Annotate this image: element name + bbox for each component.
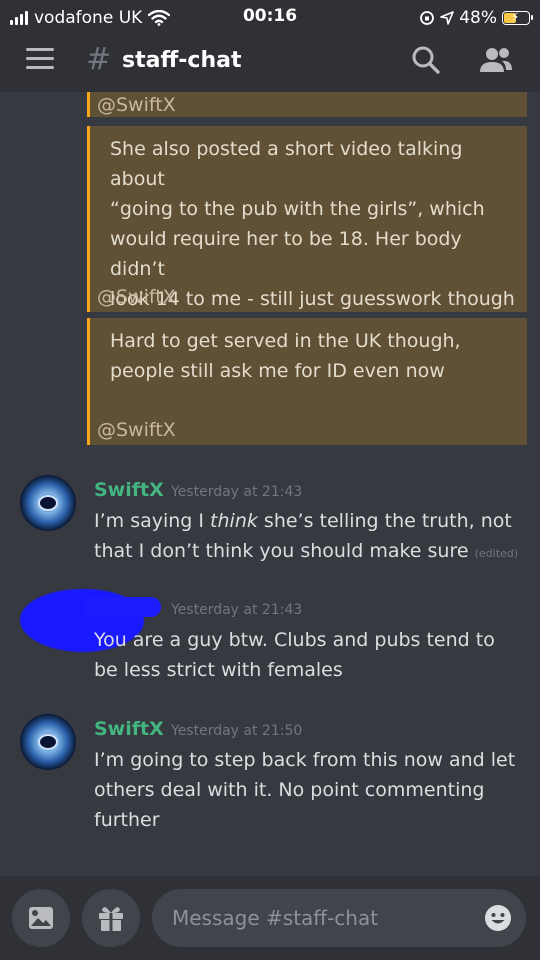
message-field[interactable] bbox=[152, 889, 526, 947]
redacted-author[interactable] bbox=[83, 597, 161, 617]
quote-line: “going to the pub with the girls”, which bbox=[110, 198, 485, 220]
gift-icon bbox=[99, 907, 123, 931]
avatar[interactable] bbox=[20, 714, 76, 770]
discord-app: vodafone UK 00:16 48% ⚡ # staff-chat @Sw… bbox=[0, 0, 540, 960]
quote-line: Hard to get served in the UK though, bbox=[110, 330, 461, 352]
quote-line: people still ask me for ID even now bbox=[110, 360, 445, 382]
edited-marker: (edited) bbox=[474, 547, 519, 560]
quote-text: Hard to get served in the UK though, peo… bbox=[110, 326, 519, 386]
rotation-lock-icon bbox=[420, 11, 435, 25]
gift-button[interactable] bbox=[82, 889, 140, 947]
message-line: that I don’t think you should make sure … bbox=[94, 540, 519, 562]
message-input[interactable] bbox=[172, 889, 472, 947]
mention-link[interactable]: @SwiftX bbox=[97, 285, 176, 309]
message-body: You are a guy btw. Clubs and pubs tend t… bbox=[94, 625, 524, 685]
location-icon bbox=[440, 11, 455, 25]
avatar-image bbox=[20, 714, 76, 770]
top-bar: vodafone UK 00:16 48% ⚡ # staff-chat bbox=[0, 0, 540, 92]
message-line: You are a guy btw. Clubs and pubs tend t… bbox=[94, 629, 495, 651]
message-timestamp: Yesterday at 21:43 bbox=[171, 602, 303, 618]
message-line: I’m saying I think she’s telling the tru… bbox=[94, 510, 512, 532]
quote-block: She also posted a short video talking ab… bbox=[87, 126, 527, 312]
quote-block: @SwiftX bbox=[87, 92, 527, 117]
mention-link[interactable]: @SwiftX bbox=[97, 418, 176, 442]
message-line: further bbox=[94, 809, 160, 831]
message-body: I’m saying I think she’s telling the tru… bbox=[94, 506, 524, 569]
emoji-icon[interactable] bbox=[484, 904, 512, 932]
search-icon[interactable] bbox=[410, 44, 442, 76]
composer-bar bbox=[0, 876, 540, 960]
members-icon[interactable] bbox=[478, 44, 514, 76]
battery-percent: 48% bbox=[459, 8, 497, 28]
message-body: I’m going to step back from this now and… bbox=[94, 745, 524, 835]
message-author[interactable]: SwiftX bbox=[94, 478, 164, 502]
image-icon bbox=[29, 907, 53, 929]
channel-title: staff-chat bbox=[122, 48, 242, 73]
battery-icon: ⚡ bbox=[502, 10, 533, 25]
message-line: be less strict with females bbox=[94, 659, 343, 681]
avatar[interactable] bbox=[20, 475, 76, 531]
message-line: I’m going to step back from this now and… bbox=[94, 749, 516, 771]
message-line: others deal with it. No point commenting bbox=[94, 779, 485, 801]
quote-block: Hard to get served in the UK though, peo… bbox=[87, 318, 527, 445]
message-author[interactable]: SwiftX bbox=[94, 717, 164, 741]
quote-line: would require her to be 18. Her body did… bbox=[110, 228, 462, 280]
message-timestamp: Yesterday at 21:43 bbox=[171, 484, 303, 500]
message-list[interactable]: @SwiftX She also posted a short video ta… bbox=[0, 92, 540, 876]
avatar-image bbox=[20, 475, 76, 531]
status-right: 48% ⚡ bbox=[419, 6, 533, 30]
mention-link[interactable]: @SwiftX bbox=[97, 93, 176, 117]
upload-image-button[interactable] bbox=[12, 889, 70, 947]
hamburger-icon[interactable] bbox=[26, 48, 54, 72]
channel-hash-icon: # bbox=[86, 42, 112, 77]
message-timestamp: Yesterday at 21:50 bbox=[171, 723, 303, 739]
quote-line: She also posted a short video talking ab… bbox=[110, 138, 463, 190]
